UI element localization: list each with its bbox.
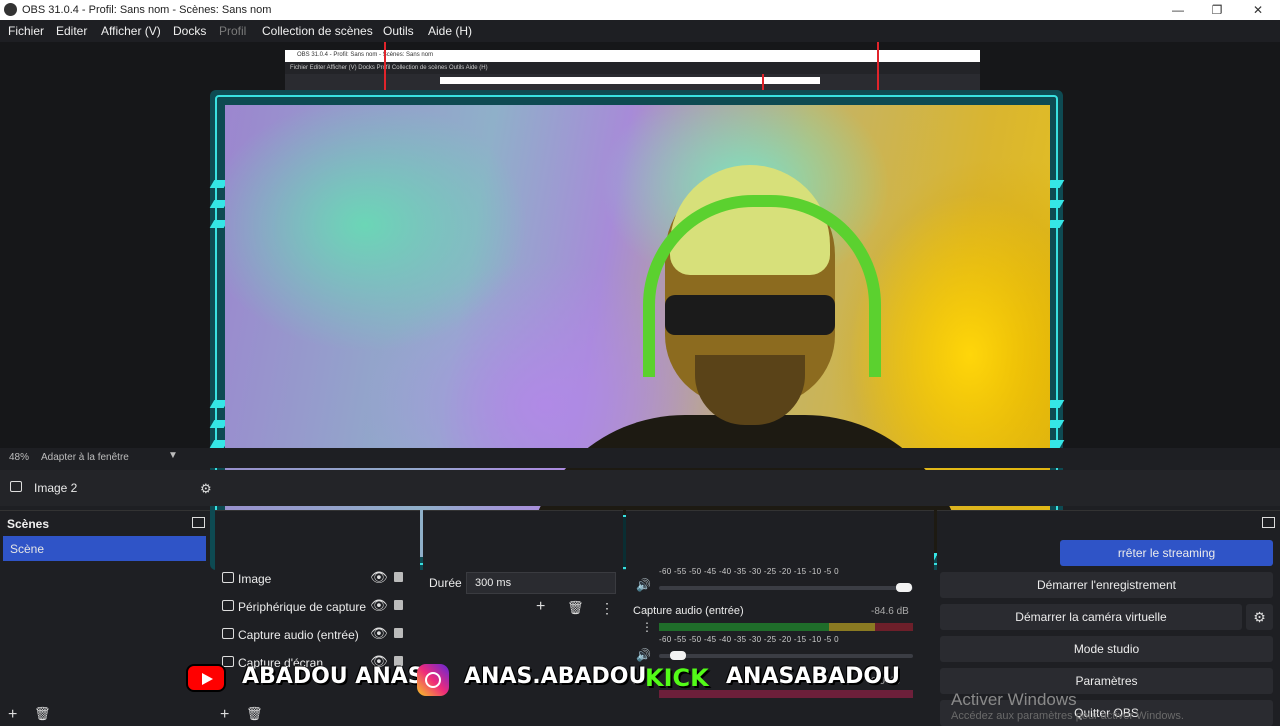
- source-item[interactable]: Image 👁: [222, 568, 412, 590]
- youtube-handle: ABADOU ANAS: [242, 664, 424, 689]
- menu-bar: Fichier Editer Afficher (V) Docks Profil…: [0, 20, 1280, 42]
- lock-icon[interactable]: [394, 572, 403, 582]
- virtual-camera-settings-button[interactable]: ⚙: [1246, 604, 1273, 630]
- zoom-bar: 48% Adapter à la fenêtre ▼: [0, 448, 1280, 468]
- obs-logo-icon: [4, 3, 17, 16]
- activate-windows-hint: Accédez aux paramètres pour activer Wind…: [951, 710, 1184, 722]
- lock-icon[interactable]: [394, 600, 403, 610]
- scene-label: Scène: [10, 542, 45, 556]
- image-icon: [10, 481, 22, 492]
- studio-mode-button[interactable]: Mode studio: [940, 636, 1273, 662]
- image-icon: [222, 572, 234, 583]
- guide-line: [384, 42, 386, 92]
- chevron-down-icon[interactable]: ▼: [168, 450, 178, 461]
- add-scene-button[interactable]: +: [8, 706, 17, 724]
- scenes-title: Scènes: [7, 517, 50, 531]
- volume-slider[interactable]: [659, 586, 913, 590]
- menu-outils[interactable]: Outils: [383, 24, 414, 38]
- eye-icon[interactable]: 👁: [370, 569, 388, 586]
- kick-handle: ANASABADOU: [726, 664, 900, 689]
- guide-line: [877, 42, 879, 92]
- meter-scale: -60 -55 -50 -45 -40 -35 -30 -25 -20 -15 …: [659, 567, 839, 576]
- monitor-icon: [222, 656, 234, 667]
- nested-titlebar: OBS 31.0.4 - Profil: Sans nom - Scènes: …: [285, 50, 980, 62]
- duration-input[interactable]: 300 ms: [466, 572, 616, 594]
- duration-label: Durée: [429, 576, 462, 590]
- activate-windows-watermark: Activer Windows: [951, 690, 1077, 709]
- window-title: OBS 31.0.4 - Profil: Sans nom - Scènes: …: [22, 4, 272, 16]
- add-transition-button[interactable]: +: [536, 598, 545, 616]
- lock-icon[interactable]: [394, 628, 403, 638]
- source-label: Périphérique de capture: [238, 600, 367, 614]
- instagram-icon: [417, 664, 449, 696]
- source-info-bar: Image 2 ⚙: [0, 470, 1280, 506]
- audio-meter: [659, 623, 913, 631]
- instagram-handle: ANAS.ABADOU: [464, 664, 647, 689]
- eye-icon[interactable]: 👁: [370, 625, 388, 642]
- volume-slider[interactable]: [659, 654, 913, 658]
- window-titlebar: OBS 31.0.4 - Profil: Sans nom - Scènes: …: [0, 0, 1280, 20]
- youtube-icon: [186, 664, 226, 692]
- menu-profil[interactable]: Profil: [219, 24, 246, 38]
- source-label: Image: [238, 572, 272, 586]
- more-icon[interactable]: ⋮: [641, 621, 653, 633]
- nested-title: OBS 31.0.4 - Profil: Sans nom - Scènes: …: [297, 52, 434, 58]
- undock-icon[interactable]: [192, 517, 205, 528]
- source-item[interactable]: Capture audio (entrée) 👁: [222, 624, 412, 646]
- source-label: Capture audio (entrée): [238, 628, 359, 642]
- eye-icon[interactable]: 👁: [370, 597, 388, 614]
- undock-icon[interactable]: [1262, 517, 1275, 528]
- trash-icon[interactable]: 🗑: [567, 600, 584, 616]
- close-button[interactable]: ✕: [1238, 1, 1278, 19]
- more-icon[interactable]: ⋮: [600, 600, 614, 617]
- duration-value: 300 ms: [475, 577, 512, 589]
- menu-fichier[interactable]: Fichier: [8, 24, 44, 38]
- menu-aide[interactable]: Aide (H): [428, 24, 472, 38]
- meter-scale: -60 -55 -50 -45 -40 -35 -30 -25 -20 -15 …: [659, 635, 839, 644]
- source-item[interactable]: Périphérique de capture 👁: [222, 596, 412, 618]
- selected-source-label: Image 2: [34, 481, 78, 495]
- volume-knob[interactable]: [670, 651, 686, 660]
- camera-icon: [222, 600, 234, 611]
- menu-docks[interactable]: Docks: [173, 24, 206, 38]
- stop-streaming-button[interactable]: rrêter le streaming: [1060, 540, 1273, 566]
- add-source-button[interactable]: +: [220, 706, 229, 724]
- nested-menubar: Fichier Editer Afficher (V) Docks Profil…: [285, 62, 980, 74]
- menu-editer[interactable]: Editer: [56, 24, 87, 38]
- gear-icon[interactable]: ⚙: [200, 481, 212, 497]
- person-headset: [643, 195, 881, 377]
- zoom-percent: 48%: [9, 452, 30, 463]
- start-virtual-camera-button[interactable]: Démarrer la caméra virtuelle: [940, 604, 1242, 630]
- nested-menu: Fichier Editer Afficher (V) Docks Profil…: [290, 65, 488, 71]
- menu-afficher[interactable]: Afficher (V): [101, 24, 161, 38]
- start-recording-button[interactable]: Démarrer l'enregistrement: [940, 572, 1273, 598]
- minimize-button[interactable]: —: [1158, 1, 1198, 19]
- zoom-mode-select[interactable]: Adapter à la fenêtre: [41, 452, 129, 463]
- speaker-icon[interactable]: 🔊: [636, 648, 651, 662]
- kick-logo: KICK: [645, 664, 709, 692]
- mixer-channel-label: Capture audio (entrée): [633, 605, 744, 617]
- microphone-icon: [222, 628, 234, 639]
- menu-collection-scenes[interactable]: Collection de scènes: [262, 24, 373, 38]
- scene-list-item[interactable]: Scène: [3, 536, 206, 561]
- speaker-icon[interactable]: 🔊: [636, 578, 651, 592]
- mixer-channel-db: -84.6 dB: [871, 606, 909, 617]
- maximize-button[interactable]: ❐: [1197, 1, 1237, 19]
- volume-knob[interactable]: [896, 583, 912, 592]
